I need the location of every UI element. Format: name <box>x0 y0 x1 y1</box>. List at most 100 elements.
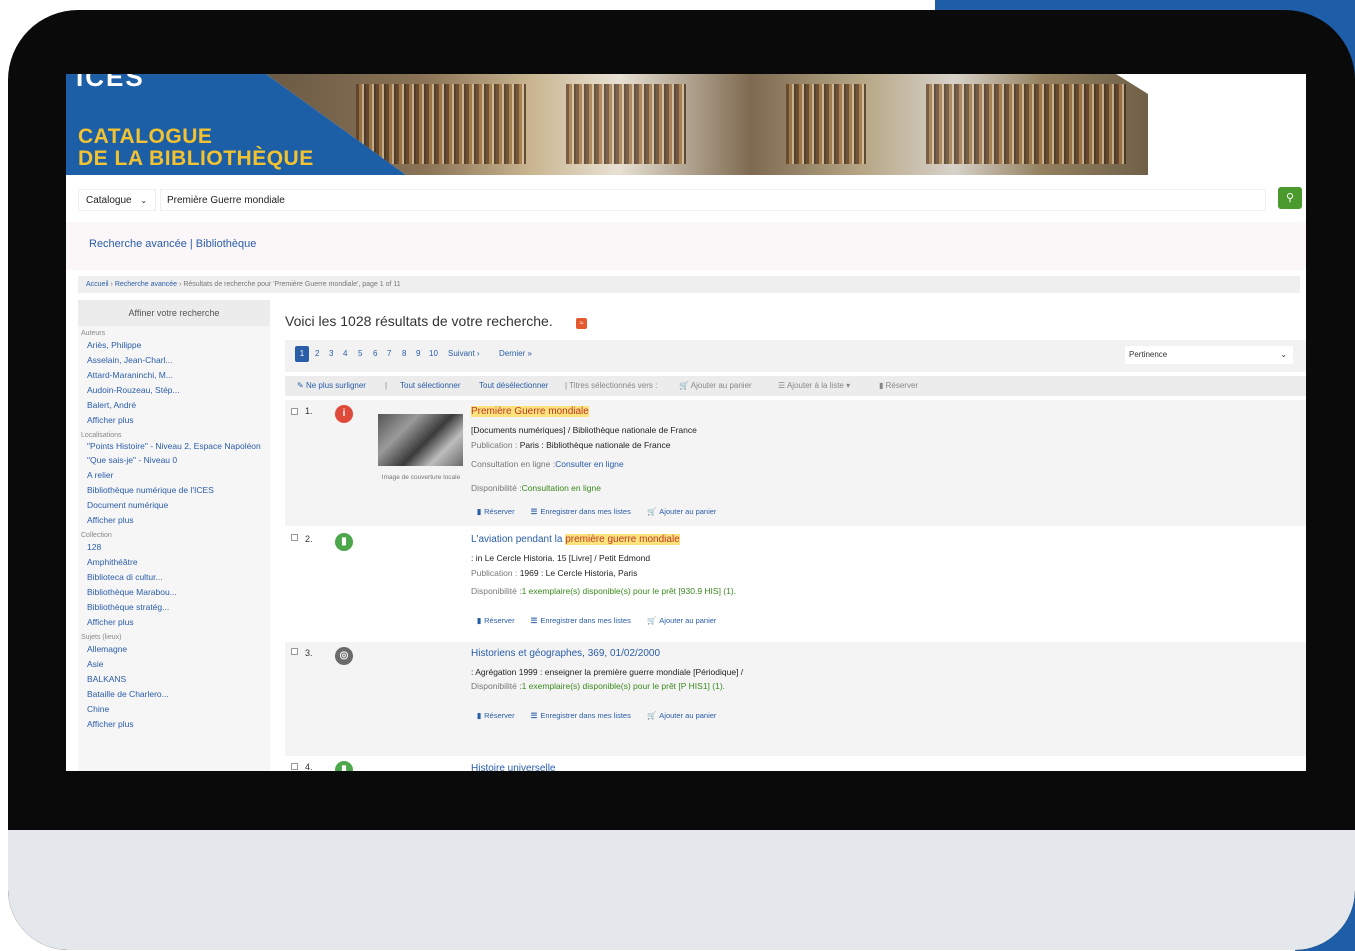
page-link[interactable]: 2 <box>315 349 319 358</box>
online-link[interactable]: Consulter en ligne <box>555 459 624 469</box>
facet-item[interactable]: Bataille de Charlero... <box>78 687 270 702</box>
pencil-icon: ✎ <box>297 381 306 390</box>
sort-value: Pertinence <box>1129 350 1168 359</box>
publication-value: 1969 : Le Cercle Historia, Paris <box>519 568 638 578</box>
facet-item[interactable]: Biblioteca di cultur... <box>78 570 270 585</box>
page-link[interactable]: 9 <box>416 349 420 358</box>
show-more-link[interactable]: Afficher plus <box>78 413 270 428</box>
cart-icon: 🛒 <box>679 381 691 390</box>
pagination-bar: 1 2 3 4 5 6 7 8 9 10 Suivant › Dernier »… <box>285 340 1306 372</box>
save-to-lists-button[interactable]: ☰ Enregistrer dans mes listes <box>531 711 631 720</box>
list-icon: ☰ <box>530 616 538 625</box>
book-icon: ▮ <box>335 761 353 771</box>
add-to-cart-button[interactable]: 🛒 Ajouter au panier <box>647 507 716 516</box>
toolbar-add-cart-button[interactable]: 🛒 Ajouter au panier <box>679 376 752 396</box>
facet-item[interactable]: Bibliothèque Marabou... <box>78 585 270 600</box>
facet-item[interactable]: "Que sais-je" - Niveau 0 <box>78 453 270 468</box>
deselect-all-link[interactable]: Tout désélectionner <box>479 376 548 396</box>
select-all-link[interactable]: Tout sélectionner <box>400 376 460 396</box>
facet-item[interactable]: Asie <box>78 657 270 672</box>
record-publication: Publication : Paris : Bibliothèque natio… <box>471 440 670 450</box>
unhighlight-label: Ne plus surligner <box>305 381 366 390</box>
reserve-button[interactable]: ▮ Réserver <box>477 711 515 720</box>
list-icon: ☰ <box>530 711 538 720</box>
chevron-down-icon: ⌄ <box>1280 350 1287 359</box>
page-link[interactable]: 4 <box>343 349 347 358</box>
next-page-link[interactable]: Suivant › <box>448 349 480 358</box>
page-link[interactable]: 8 <box>402 349 406 358</box>
add-to-cart-button[interactable]: 🛒 Ajouter au panier <box>647 711 716 720</box>
facet-item[interactable]: Bibliothèque stratég... <box>78 600 270 615</box>
tablet-frame: ICES CATALOGUE DE LA BIBLIOTHÈQUE Catalo… <box>8 10 1355 950</box>
record-title-link[interactable]: Histoire universelle <box>471 763 555 771</box>
page-link[interactable]: 3 <box>329 349 333 358</box>
page-link[interactable]: 6 <box>373 349 377 358</box>
record-number: 2. <box>305 534 313 544</box>
advanced-links-bar: Recherche avancée | Bibliothèque <box>66 222 1306 270</box>
record-checkbox[interactable] <box>291 534 298 541</box>
facet-item[interactable]: Bibliothèque numérique de l'ICES <box>78 483 270 498</box>
save-to-lists-button[interactable]: ☰ Enregistrer dans mes listes <box>531 507 631 516</box>
search-button[interactable]: ⚲ <box>1278 187 1302 209</box>
toolbar-reserve-button[interactable]: ▮ Réserver <box>879 376 918 396</box>
online-label: Consultation en ligne : <box>471 459 556 469</box>
facet-item[interactable]: Amphithéâtre <box>78 555 270 570</box>
save-to-lists-button[interactable]: ☰ Enregistrer dans mes listes <box>531 616 631 625</box>
facet-title-collection: Collection <box>81 532 112 539</box>
info-icon: i <box>335 405 353 423</box>
publication-label: Publication : <box>471 440 518 450</box>
cart-icon: 🛒 <box>646 711 657 720</box>
facet-item[interactable]: Document numérique <box>78 498 270 513</box>
rss-icon[interactable]: ≈ <box>576 318 587 329</box>
last-page-link[interactable]: Dernier » <box>499 349 532 358</box>
page-link[interactable]: 7 <box>387 349 391 358</box>
facet-item[interactable]: 128 <box>78 540 270 555</box>
refine-sidebar: Affiner votre recherche Auteurs Ariès, P… <box>78 300 270 771</box>
record-checkbox[interactable] <box>291 648 298 655</box>
record-title-link[interactable]: L'aviation pendant la première guerre mo… <box>471 534 680 545</box>
record-title-highlight: première guerre mondiale <box>565 534 680 545</box>
facet-item[interactable]: Ariès, Philippe <box>78 338 270 353</box>
add-to-cart-button[interactable]: 🛒 Ajouter au panier <box>647 616 716 625</box>
result-record: 2. ▮ L'aviation pendant la première guer… <box>285 528 1306 640</box>
record-title-link[interactable]: Première Guerre mondiale <box>471 406 589 417</box>
record-title-link[interactable]: Historiens et géographes, 369, 01/02/200… <box>471 648 660 659</box>
add-to-cart-label: Ajouter au panier <box>659 616 717 625</box>
facet-item[interactable]: "Points Histoire" - Niveau 2, Espace Nap… <box>78 440 270 453</box>
publication-value: Paris : Bibliothèque nationale de France <box>519 440 671 450</box>
search-scope-select[interactable]: Catalogue ⌄ <box>78 189 156 211</box>
show-more-link[interactable]: Afficher plus <box>78 615 270 630</box>
search-bar: Catalogue ⌄ Première Guerre mondiale ⚲ <box>66 184 1306 216</box>
breadcrumb-home[interactable]: Accueil <box>86 281 109 288</box>
advanced-search-link[interactable]: Recherche avancée | Bibliothèque <box>89 238 256 250</box>
reserve-button[interactable]: ▮ Réserver <box>477 507 515 516</box>
record-checkbox[interactable] <box>291 763 298 770</box>
record-checkbox[interactable] <box>291 408 298 415</box>
toolbar-add-list-button[interactable]: ☰ Ajouter à la liste ▾ <box>778 376 850 396</box>
unhighlight-button[interactable]: ✎ Ne plus surligner <box>297 376 366 396</box>
ices-logo[interactable]: ICES <box>76 74 145 93</box>
publication-label: Publication : <box>471 568 518 578</box>
bookmark-icon: ▮ <box>477 616 482 625</box>
page-link[interactable]: 10 <box>429 349 438 358</box>
show-more-link[interactable]: Afficher plus <box>78 717 270 732</box>
facet-item[interactable]: Chine <box>78 702 270 717</box>
search-input[interactable]: Première Guerre mondiale <box>160 189 1266 211</box>
catalogue-banner: ICES CATALOGUE DE LA BIBLIOTHÈQUE <box>66 74 1306 175</box>
reserve-button[interactable]: ▮ Réserver <box>477 616 515 625</box>
facet-item[interactable]: BALKANS <box>78 672 270 687</box>
facet-item[interactable]: Attard-Maraninchi, M... <box>78 368 270 383</box>
sort-select[interactable]: Pertinence ⌄ <box>1125 346 1293 364</box>
list-icon: ☰ <box>778 381 787 390</box>
cover-image[interactable] <box>378 414 463 466</box>
show-more-link[interactable]: Afficher plus <box>78 513 270 528</box>
facet-item[interactable]: A relier <box>78 468 270 483</box>
page-link[interactable]: 5 <box>358 349 362 358</box>
facet-item[interactable]: Allemagne <box>78 642 270 657</box>
page-link-current[interactable]: 1 <box>295 346 309 362</box>
facet-item[interactable]: Asselain, Jean-Charl... <box>78 353 270 368</box>
add-to-cart-label: Ajouter au panier <box>659 711 717 720</box>
facet-item[interactable]: Audoin-Rouzeau, Stép... <box>78 383 270 398</box>
breadcrumb-advanced[interactable]: Recherche avancée <box>115 281 177 288</box>
facet-item[interactable]: Balert, André <box>78 398 270 413</box>
